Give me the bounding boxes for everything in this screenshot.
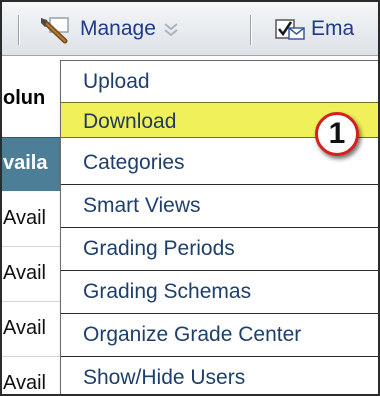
- menu-item-grading-schemas[interactable]: Grading Schemas: [61, 273, 378, 309]
- menu-item-upload[interactable]: Upload: [61, 63, 378, 99]
- menu-item-grading-periods[interactable]: Grading Periods: [61, 230, 378, 266]
- menu-divider: [61, 356, 378, 357]
- manage-dropdown-menu: Upload Download Categories Smart Views G…: [60, 60, 378, 394]
- menu-item-show-hide-users[interactable]: Show/Hide Users: [61, 359, 378, 394]
- chevron-down-icon: [164, 23, 178, 37]
- toolbar-separator: [18, 15, 19, 45]
- manage-label: Manage: [80, 17, 156, 40]
- email-icon: [275, 19, 305, 40]
- menu-divider: [61, 270, 378, 271]
- menu-item-organize-grade-center[interactable]: Organize Grade Center: [61, 316, 378, 352]
- toolbar-separator: [250, 15, 251, 45]
- step-callout-badge: 1: [315, 112, 359, 156]
- email-menu-button[interactable]: Ema: [275, 12, 354, 46]
- menu-divider: [61, 227, 378, 228]
- menu-divider: [61, 184, 378, 185]
- app-window: Manage Ema olun vaila Avail Avail Avail …: [0, 0, 380, 396]
- manage-menu-button[interactable]: Manage: [38, 12, 180, 46]
- wrench-icon: [41, 17, 69, 44]
- toolbar: Manage Ema: [2, 2, 378, 56]
- email-label: Ema: [311, 17, 355, 40]
- menu-item-smart-views[interactable]: Smart Views: [61, 187, 378, 223]
- menu-divider: [61, 313, 378, 314]
